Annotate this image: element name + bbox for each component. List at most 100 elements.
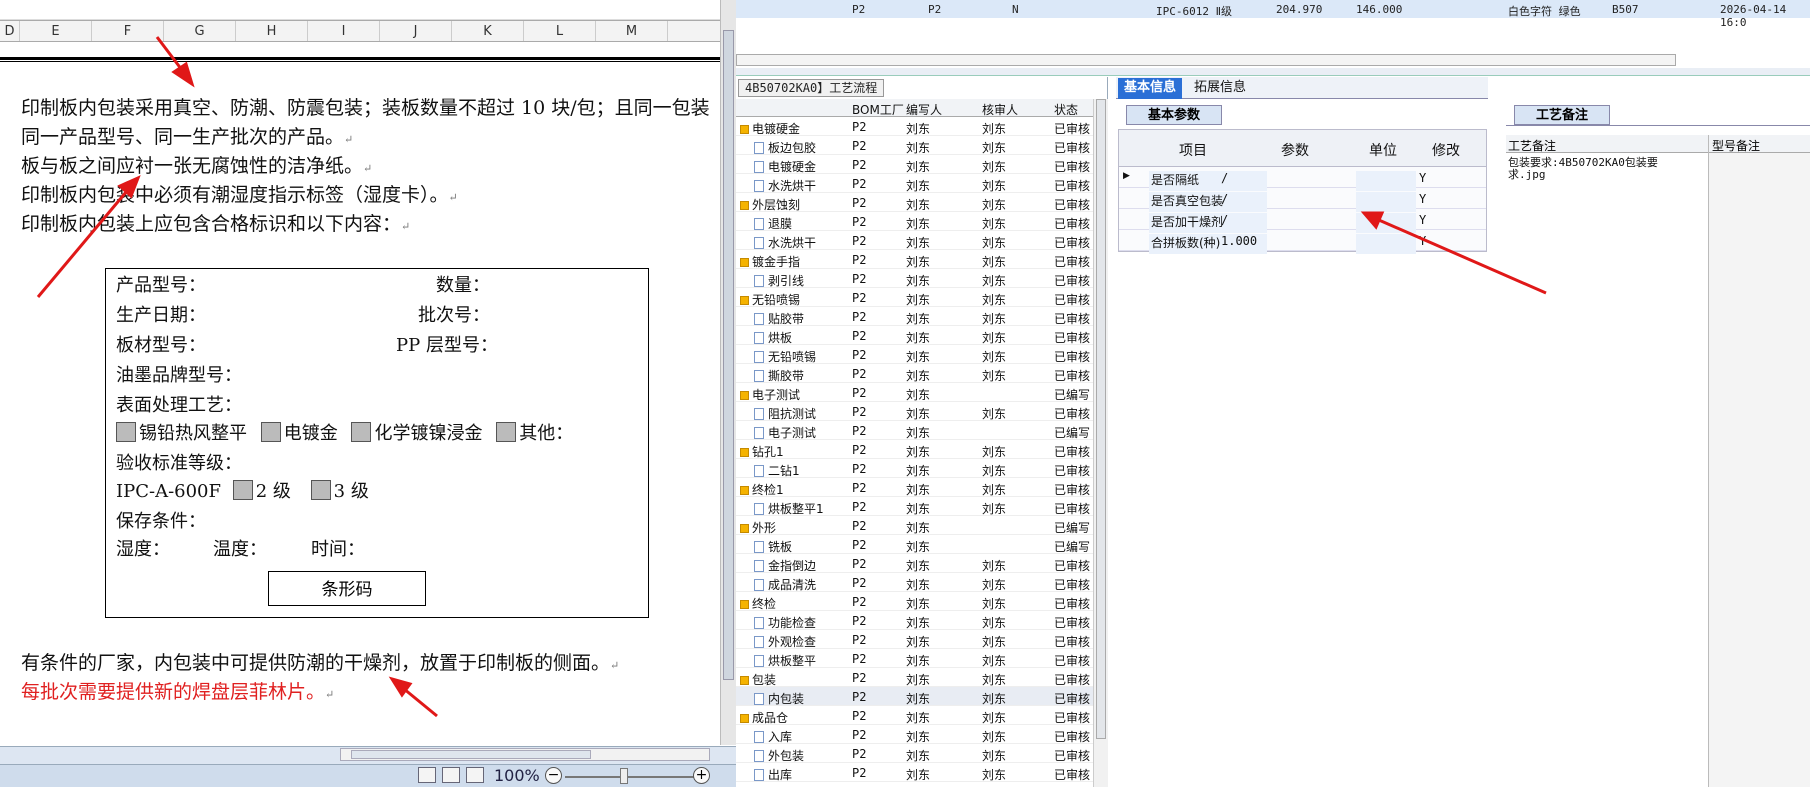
tree-row[interactable]: 内包装 P2 刘东 刘东 已审核 xyxy=(736,687,1093,706)
tree-row[interactable]: 外层蚀刻 P2 刘东 刘东 已审核 xyxy=(736,193,1093,212)
tree-row[interactable]: 出库 P2 刘东 刘东 已审核 xyxy=(736,763,1093,782)
tree-row[interactable]: 终检 P2 刘东 刘东 已审核 xyxy=(736,592,1093,611)
checkbox-grade2[interactable] xyxy=(232,480,253,500)
header-status[interactable]: 状态 xyxy=(1054,101,1078,118)
tree-row[interactable]: 板边包胶 P2 刘东 刘东 已审核 xyxy=(736,136,1093,155)
tree-row[interactable]: 成品清洗 P2 刘东 刘东 已审核 xyxy=(736,573,1093,592)
column-header[interactable]: L xyxy=(524,21,596,41)
column-header[interactable]: J xyxy=(380,21,452,41)
tree-row[interactable]: 电镀硬金 P2 刘东 刘东 已审核 xyxy=(736,117,1093,136)
header-edit[interactable]: 修改 xyxy=(1432,140,1460,160)
header-unit[interactable]: 单位 xyxy=(1369,140,1397,160)
param-unit-cell[interactable] xyxy=(1356,234,1416,254)
tree-row[interactable]: 阻抗测试 P2 刘东 刘东 已审核 xyxy=(736,402,1093,421)
tree-row[interactable]: 铣板 P2 刘东 已编写 xyxy=(736,535,1093,554)
zoom-out-icon[interactable]: − xyxy=(545,767,562,784)
tree-row[interactable]: 烘板 P2 刘东 刘东 已审核 xyxy=(736,326,1093,345)
tree-row[interactable]: 电子测试 P2 刘东 已编写 xyxy=(736,421,1093,440)
tree-row[interactable]: 贴胶带 P2 刘东 刘东 已审核 xyxy=(736,307,1093,326)
option-hasl: 锡铅热风整平 xyxy=(139,423,247,444)
normal-view-icon[interactable] xyxy=(418,767,436,783)
checkbox-hasl[interactable] xyxy=(116,422,136,442)
bom-cell: P2 xyxy=(852,690,867,704)
order-summary-row[interactable]: P2 P2 N IPC-6012 Ⅱ级 204.970 146.000 白色字符… xyxy=(736,0,1810,29)
zoom-slider[interactable] xyxy=(565,776,695,778)
tree-row[interactable]: 退膜 P2 刘东 刘东 已审核 xyxy=(736,212,1093,231)
header-author[interactable]: 编写人 xyxy=(906,101,942,118)
header-remark[interactable]: 工艺备注 xyxy=(1508,137,1556,154)
tree-scrollbar[interactable] xyxy=(1093,99,1108,787)
tree-row[interactable]: 水洗烘干 P2 刘东 刘东 已审核 xyxy=(736,174,1093,193)
tree-row[interactable]: 烘板整平1 P2 刘东 刘东 已审核 xyxy=(736,497,1093,516)
page-layout-icon[interactable] xyxy=(442,767,460,783)
param-row[interactable]: ▶ 是否隔纸 / Y xyxy=(1119,167,1486,191)
surface-options-row: 锡铅热风整平 电镀金 化学镀镍浸金 其他： xyxy=(116,419,573,445)
page-break-icon[interactable] xyxy=(466,767,484,783)
tree-row[interactable]: 包装 P2 刘东 刘东 已审核 xyxy=(736,668,1093,687)
ipc-grade-row: IPC-A-600F 2 级 3 级 xyxy=(116,477,369,503)
column-header[interactable]: M xyxy=(596,21,668,41)
tree-row[interactable]: 电子测试 P2 刘东 已编写 xyxy=(736,383,1093,402)
header-param[interactable]: 参数 xyxy=(1281,140,1309,160)
column-header[interactable]: K xyxy=(452,21,524,41)
tree-row[interactable]: 外包装 P2 刘东 刘东 已审核 xyxy=(736,744,1093,763)
tab-extended-info[interactable]: 拓展信息 xyxy=(1188,78,1252,99)
tree-row[interactable]: 外形 P2 刘东 已编写 xyxy=(736,516,1093,535)
checkbox-other[interactable] xyxy=(496,422,517,442)
scroll-thumb[interactable] xyxy=(1096,99,1106,739)
tree-row[interactable]: 撕胶带 P2 刘东 刘东 已审核 xyxy=(736,364,1093,383)
param-value[interactable]: / xyxy=(1221,213,1228,227)
tree-row[interactable]: 钻孔1 P2 刘东 刘东 已审核 xyxy=(736,440,1093,459)
doc-vertical-scrollbar[interactable] xyxy=(720,0,736,745)
scroll-thumb[interactable] xyxy=(351,750,591,759)
tree-row[interactable]: 二钻1 P2 刘东 刘东 已审核 xyxy=(736,459,1093,478)
tree-row[interactable]: 无铅喷锡 P2 刘东 刘东 已审核 xyxy=(736,345,1093,364)
tree-row[interactable]: 烘板整平 P2 刘东 刘东 已审核 xyxy=(736,649,1093,668)
column-header[interactable]: G xyxy=(164,21,236,41)
step-label: 外形 xyxy=(752,521,777,535)
header-item[interactable]: 项目 xyxy=(1179,140,1207,160)
tree-row[interactable]: 剥引线 P2 刘东 刘东 已审核 xyxy=(736,269,1093,288)
header-bom[interactable]: BOM工厂 xyxy=(852,101,904,118)
step-name: 钻孔1 xyxy=(740,443,784,460)
zoom-in-icon[interactable]: + xyxy=(693,767,710,784)
tab-process-flow[interactable]: 4B50702KA0】工艺流程 xyxy=(738,79,885,97)
param-value[interactable]: / xyxy=(1221,192,1228,206)
tab-basic-params[interactable]: 基本参数 xyxy=(1126,105,1222,125)
scroll-thumb[interactable] xyxy=(723,30,734,680)
checkbox-gold[interactable] xyxy=(260,422,281,442)
doc-horizontal-scrollbar[interactable] xyxy=(340,748,710,761)
param-value[interactable]: 1.000 xyxy=(1221,234,1257,248)
param-value[interactable]: / xyxy=(1221,171,1228,185)
tree-row[interactable]: 无铅喷锡 P2 刘东 刘东 已审核 xyxy=(736,288,1093,307)
header-reviewer[interactable]: 核审人 xyxy=(982,101,1018,118)
grid-horizontal-scrollbar[interactable] xyxy=(736,54,1676,66)
tree-row[interactable]: 水洗烘干 P2 刘东 刘东 已审核 xyxy=(736,231,1093,250)
column-header[interactable]: D xyxy=(0,21,20,41)
tree-row[interactable]: 功能检查 P2 刘东 刘东 已审核 xyxy=(736,611,1093,630)
zoom-slider-thumb[interactable] xyxy=(620,768,628,784)
param-row[interactable]: 合拼板数(种) 1.000 Y xyxy=(1119,230,1486,254)
header-model-remark[interactable]: 型号备注 xyxy=(1712,137,1760,154)
tree-row[interactable]: 电镀硬金 P2 刘东 刘东 已审核 xyxy=(736,155,1093,174)
checkbox-grade3[interactable] xyxy=(310,480,331,500)
tree-row[interactable]: 成品仓 P2 刘东 刘东 已审核 xyxy=(736,706,1093,725)
column-header[interactable]: F xyxy=(92,21,164,41)
tree-row[interactable]: 终检1 P2 刘东 刘东 已审核 xyxy=(736,478,1093,497)
tree-row[interactable]: 外观检查 P2 刘东 刘东 已审核 xyxy=(736,630,1093,649)
tab-basic-info[interactable]: 基本信息 xyxy=(1118,78,1183,99)
column-header[interactable]: E xyxy=(20,21,92,41)
column-header[interactable]: I xyxy=(308,21,380,41)
column-header[interactable]: H xyxy=(236,21,308,41)
tree-row[interactable]: 入库 P2 刘东 刘东 已审核 xyxy=(736,725,1093,744)
model-remark-cell[interactable] xyxy=(1709,153,1810,787)
bom-cell: P2 xyxy=(852,747,867,761)
param-row[interactable]: 是否加干燥剂 / Y xyxy=(1119,209,1486,233)
param-row[interactable]: 是否真空包装 / Y xyxy=(1119,188,1486,212)
tab-process-remarks[interactable]: 工艺备注 xyxy=(1514,105,1610,125)
remark-text[interactable]: 包装要求:4B50702KA0包装要求.jpg xyxy=(1508,157,1678,181)
tree-row[interactable]: 金指倒边 P2 刘东 刘东 已审核 xyxy=(736,554,1093,573)
checkbox-enig[interactable] xyxy=(351,422,372,442)
splitter[interactable] xyxy=(736,68,1810,76)
tree-row[interactable]: 镀金手指 P2 刘东 刘东 已审核 xyxy=(736,250,1093,269)
